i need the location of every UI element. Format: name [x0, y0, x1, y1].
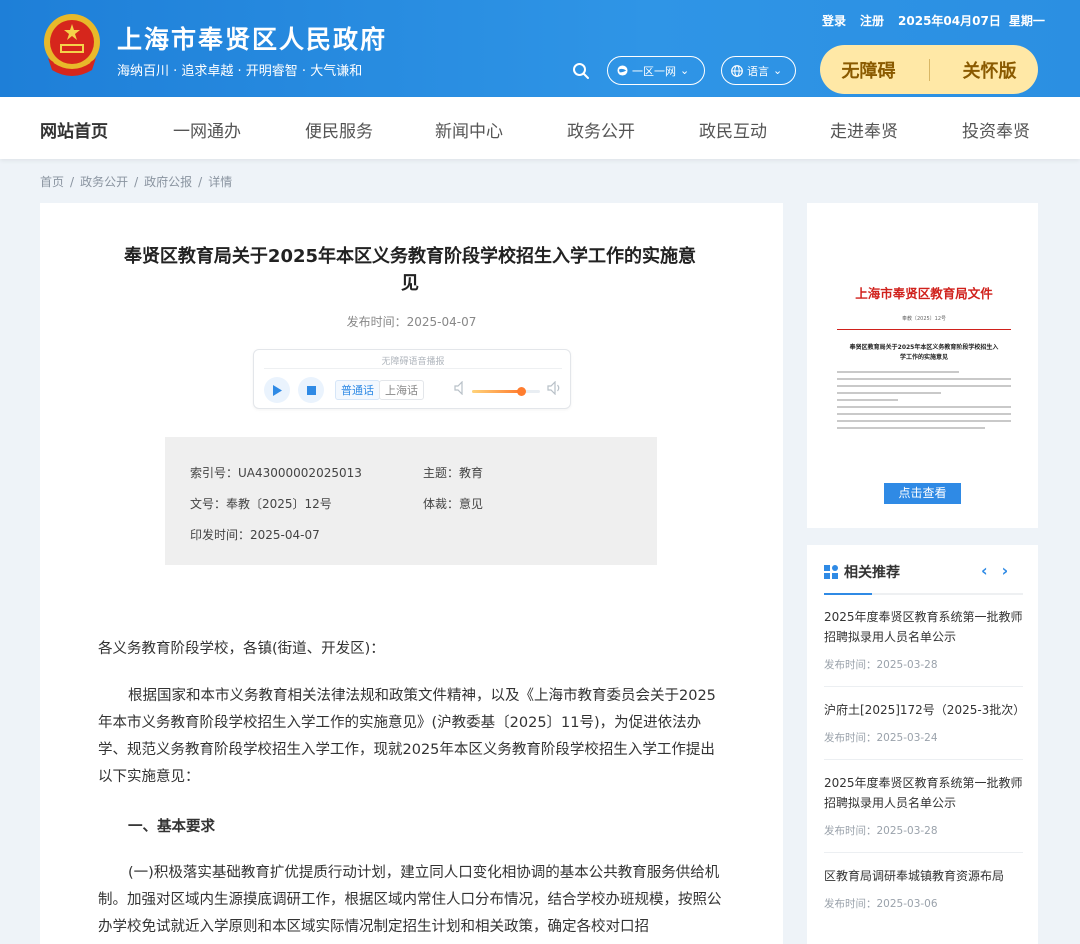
section-heading: 一、基本要求: [128, 819, 215, 835]
care-mode-button[interactable]: 关怀版: [953, 57, 1027, 83]
breadcrumb-gov-affairs[interactable]: 政务公开: [80, 175, 128, 189]
breadcrumb-gazette[interactable]: 政府公报: [144, 175, 192, 189]
divider: [824, 759, 1023, 760]
current-weekday: 星期一: [1008, 14, 1045, 28]
related-item-title[interactable]: 2025年度奉贤区教育系统第一批教师招聘拟录用人员名单公示: [824, 607, 1023, 647]
publish-time: 发布时间：2025-04-07: [346, 315, 477, 329]
related-item-title[interactable]: 沪府土[2025]172号（2025-3批次）: [824, 700, 1025, 720]
related-pager: ‹ ›: [981, 561, 1008, 580]
article-salutation: 各义务教育阶段学校，各镇(街道、开发区)：: [98, 641, 385, 657]
site-header: 上海市奉贤区人民政府 海纳百川 · 追求卓越 · 开明睿智 · 大气谦和 登录 …: [0, 0, 1080, 97]
related-item[interactable]: 沪府土[2025]172号（2025-3批次） 发布时间：2025-03-24: [824, 700, 1025, 745]
document-meta: 索引号：UA43000002025013 主题：教育 文号：奉教〔2025〕12…: [165, 437, 657, 565]
accessibility-panel: 无障碍 关怀版: [820, 45, 1038, 94]
top-links: 登录 注册 2025年04月07日 星期一: [822, 12, 1059, 29]
paper-number: 奉教〔2025〕12号: [901, 316, 947, 322]
login-link[interactable]: 登录: [822, 12, 846, 29]
site-title: 上海市奉贤区人民政府: [117, 25, 388, 54]
stop-button[interactable]: [298, 377, 324, 403]
volume-high-icon: [547, 381, 560, 395]
player-caption: 无障碍语音播报: [381, 357, 445, 367]
site-slogan: 海纳百川 · 追求卓越 · 开明睿智 · 大气谦和: [117, 64, 363, 79]
document-thumbnail: 上海市奉贤区教育局文件 奉教〔2025〕12号 奉贤区教育局关于2025年本区义…: [829, 263, 1019, 493]
nav-item-interaction[interactable]: 政民互动: [699, 117, 767, 142]
current-date: 2025年04月07日: [898, 14, 1001, 28]
nav-item-gov-affairs[interactable]: 政务公开: [567, 117, 635, 142]
search-icon[interactable]: [572, 62, 590, 80]
related-item-date: 发布时间：2025-03-28: [824, 659, 938, 671]
article-paragraph: (一)积极落实基础教育扩优提质行动计划，建立同人口变化相协调的基本公共教育服务供…: [98, 865, 722, 935]
divider: [824, 852, 1023, 853]
divider: [264, 368, 562, 369]
volume-knob[interactable]: [516, 387, 526, 396]
article-panel: 奉贤区教育局关于2025年本区义务教育阶段学校招生入学工作的实施意见 发布时间：…: [40, 203, 783, 944]
yiqu-label: 一区一网: [632, 64, 676, 78]
globe-icon: [617, 65, 628, 76]
language-globe-icon: [731, 64, 743, 77]
audio-player: 无障碍语音播报 普通话 上海话: [253, 349, 571, 409]
accessible-mode-button[interactable]: 无障碍: [832, 57, 906, 83]
meta-issue-date: 印发时间：2025-04-07: [190, 528, 320, 542]
volume-fill: [472, 390, 521, 393]
paper-header: 上海市奉贤区教育局文件: [855, 286, 993, 301]
nav-item-invest[interactable]: 投资奉贤: [962, 117, 1030, 142]
grid-icon: [824, 565, 838, 579]
paper-title: 奉贤区教育局关于2025年本区义务教育阶段学校招生入学工作的实施意见: [849, 344, 999, 361]
yiqu-yiwang-dropdown[interactable]: 一区一网 ⌄: [607, 56, 705, 85]
meta-topic: 主题：教育: [423, 466, 484, 480]
nav-item-public-service[interactable]: 便民服务: [305, 117, 373, 142]
breadcrumb-current: 详情: [208, 175, 233, 189]
related-item[interactable]: 2025年度奉贤区教育系统第一批教师招聘拟录用人员名单公示 发布时间：2025-…: [824, 773, 1023, 838]
view-document-button[interactable]: 点击查看: [884, 483, 961, 504]
related-item-title[interactable]: 2025年度奉贤区教育系统第一批教师招聘拟录用人员名单公示: [824, 773, 1023, 813]
nav-item-home[interactable]: 网站首页: [40, 117, 108, 142]
related-item-date: 发布时间：2025-03-24: [824, 732, 938, 744]
meta-doc-no: 文号：奉教〔2025〕12号: [190, 497, 332, 511]
national-emblem-icon: [44, 14, 100, 76]
article-title: 奉贤区教育局关于2025年本区义务教育阶段学校招生入学工作的实施意见: [123, 246, 697, 294]
main-nav: 网站首页 一网通办 便民服务 新闻中心 政务公开 政民互动 走进奉贤 投资奉贤: [0, 97, 1080, 159]
related-item[interactable]: 2025年度奉贤区教育系统第一批教师招聘拟录用人员名单公示 发布时间：2025-…: [824, 607, 1023, 672]
play-icon: [273, 384, 282, 396]
breadcrumb-home[interactable]: 首页: [40, 175, 64, 189]
volume-low-icon: [454, 381, 463, 395]
divider: [824, 686, 1023, 687]
language-label: 语言: [747, 64, 769, 78]
mandarin-option[interactable]: 普通话: [335, 380, 380, 400]
related-item-date: 发布时间：2025-03-28: [824, 825, 938, 837]
breadcrumb-separator: /: [70, 175, 75, 189]
register-link[interactable]: 注册: [860, 12, 884, 29]
play-button[interactable]: [264, 377, 290, 403]
stop-icon: [306, 385, 316, 395]
related-header: 相关推荐: [824, 562, 900, 582]
chevron-right-icon[interactable]: ›: [1002, 561, 1009, 580]
divider-accent: [824, 593, 872, 595]
chevron-left-icon[interactable]: ‹: [981, 561, 988, 580]
related-recommendations: 相关推荐 ‹ › 2025年度奉贤区教育系统第一批教师招聘拟录用人员名单公示 发…: [807, 545, 1038, 944]
document-preview: 上海市奉贤区教育局文件 奉教〔2025〕12号 奉贤区教育局关于2025年本区义…: [807, 203, 1038, 528]
divider: [928, 58, 930, 81]
breadcrumb-separator: /: [198, 175, 203, 189]
chevron-down-icon: ⌄: [680, 64, 690, 77]
article-paragraph: 根据国家和本市义务教育相关法律法规和政策文件精神，以及《上海市教育委员会关于20…: [98, 688, 716, 785]
breadcrumb: 首页 / 政务公开 / 政府公报 / 详情: [40, 173, 232, 190]
shanghainese-option[interactable]: 上海话: [379, 380, 424, 400]
related-item-title[interactable]: 区教育局调研奉城镇教育资源布局: [824, 866, 1023, 886]
language-dropdown[interactable]: 语言 ⌄: [721, 56, 796, 85]
nav-item-news[interactable]: 新闻中心: [435, 117, 503, 142]
related-title: 相关推荐: [844, 565, 900, 581]
chevron-down-icon: ⌄: [773, 64, 783, 77]
breadcrumb-separator: /: [134, 175, 139, 189]
related-item-date: 发布时间：2025-03-06: [824, 898, 938, 910]
volume-slider[interactable]: [472, 387, 540, 396]
paper-text-lines: [837, 371, 1011, 434]
meta-genre: 体裁：意见: [423, 497, 484, 511]
nav-item-online-service[interactable]: 一网通办: [173, 117, 241, 142]
related-item[interactable]: 区教育局调研奉城镇教育资源布局 发布时间：2025-03-06: [824, 866, 1023, 911]
paper-red-rule: [837, 329, 1011, 330]
meta-index-no: 索引号：UA43000002025013: [190, 466, 362, 480]
nav-item-about-fengxian[interactable]: 走进奉贤: [830, 117, 898, 142]
